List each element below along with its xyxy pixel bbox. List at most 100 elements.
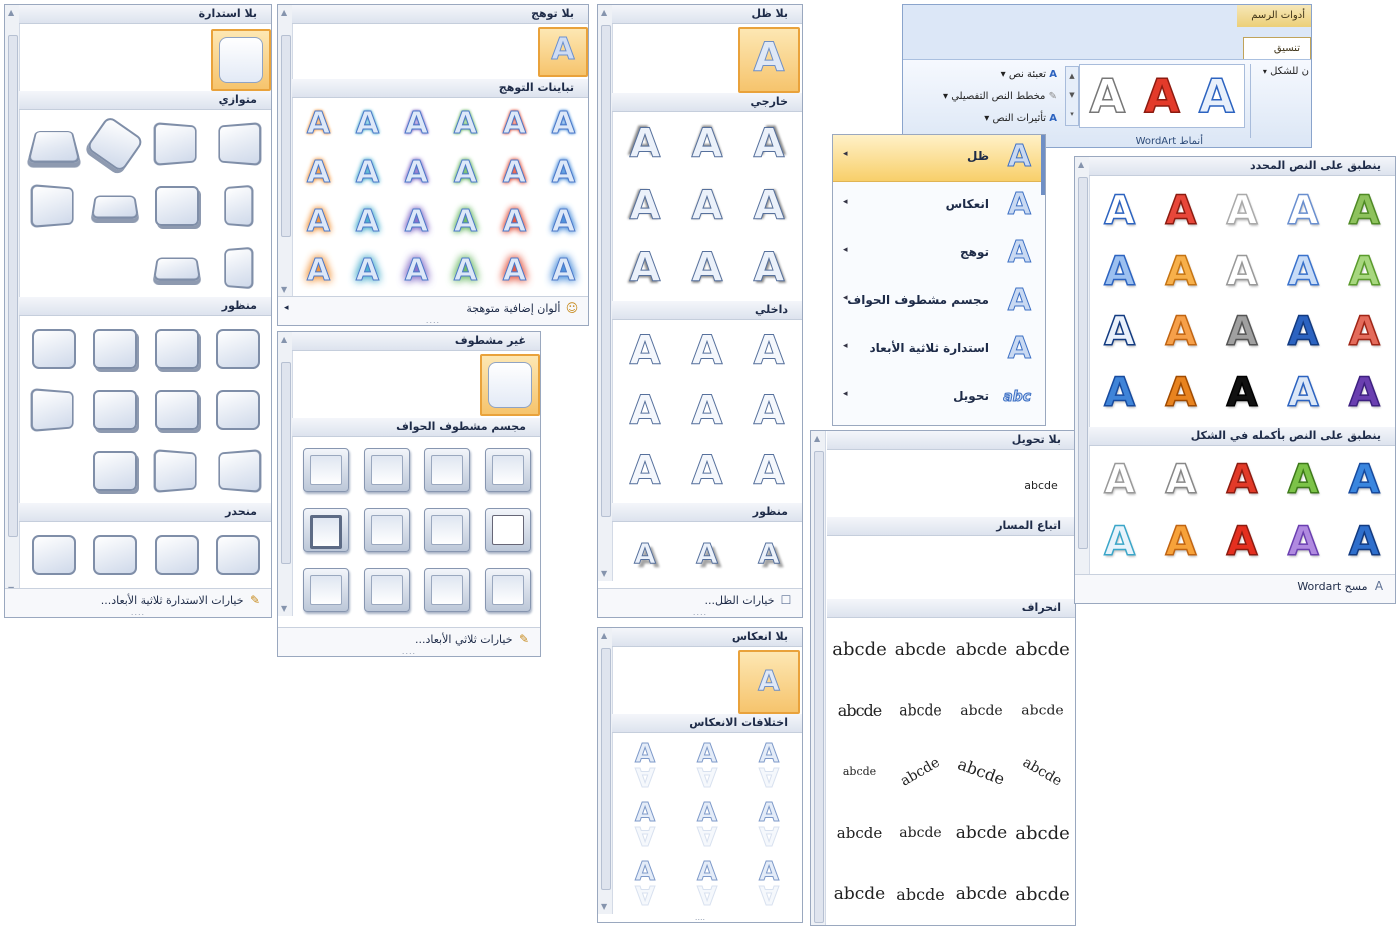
inner-shadow-option[interactable]: A	[738, 441, 800, 501]
bevel-option[interactable]	[424, 568, 471, 612]
no-glow-option[interactable]: A	[538, 27, 588, 77]
wordart-style-option[interactable]: A	[1150, 242, 1211, 303]
warp-option[interactable]: abcde	[829, 803, 890, 864]
bevel-option[interactable]	[484, 568, 531, 612]
wordart-shape-style-option[interactable]: A	[1273, 449, 1334, 511]
outer-shadow-option[interactable]: A	[614, 175, 676, 237]
shadow-options-button[interactable]: ☐ خيارات الظل... ....	[598, 588, 802, 617]
reflection-option[interactable]: AA	[614, 795, 676, 854]
bevel-option[interactable]	[363, 508, 410, 552]
tab-drawing-tools[interactable]: أدوات الرسم	[1237, 5, 1311, 27]
text-effects-button[interactable]: A تأثيرات النص ▾	[907, 108, 1057, 130]
wordart-style-option[interactable]: A	[1334, 242, 1395, 303]
reflection-option[interactable]: AA	[614, 736, 676, 795]
wordart-style-option[interactable]: A	[1211, 242, 1272, 303]
resize-grip[interactable]: ....	[5, 609, 271, 617]
reflection-option[interactable]: AA	[614, 853, 676, 912]
glow-option[interactable]: A	[441, 99, 490, 148]
glow-option[interactable]: A	[539, 246, 588, 295]
warp-option[interactable]: abcde	[890, 680, 951, 741]
effects-menu-item[interactable]: A ظل ◂	[833, 135, 1045, 182]
glow-option[interactable]: A	[392, 246, 441, 295]
warp-option[interactable]: abcde	[951, 803, 1012, 864]
rotation-option[interactable]	[218, 122, 262, 166]
wordart-style-option[interactable]: A	[1211, 363, 1272, 424]
gallery-scroll-buttons[interactable]: ▲ ▼ ▾	[1065, 66, 1079, 126]
reflection-option[interactable]: AA	[676, 795, 738, 854]
glow-option[interactable]: A	[392, 148, 441, 197]
wordart-style-white[interactable]: A	[1089, 68, 1126, 124]
outer-shadow-option[interactable]: A	[676, 237, 738, 299]
wordart-shape-style-option[interactable]: A	[1273, 511, 1334, 573]
glow-option[interactable]: A	[343, 197, 392, 246]
rotation-option[interactable]	[91, 195, 140, 219]
glow-option[interactable]: A	[392, 99, 441, 148]
perspective-option[interactable]	[218, 448, 262, 493]
wordart-shape-style-option[interactable]: A	[1334, 449, 1395, 511]
reflection-option[interactable]: AA	[676, 736, 738, 795]
outer-shadow-option[interactable]: A	[738, 237, 800, 299]
bevel-option[interactable]	[303, 508, 350, 552]
rotation-option[interactable]	[224, 184, 254, 228]
warp-option[interactable]: abcde	[951, 741, 1012, 802]
inner-shadow-option[interactable]: A	[614, 321, 676, 381]
warp-option[interactable]: abcde	[1012, 741, 1073, 802]
warp-option[interactable]: abcde	[890, 803, 951, 864]
rotation-option[interactable]	[224, 246, 254, 290]
oblique-option[interactable]	[93, 535, 138, 575]
outer-shadow-option[interactable]: A	[676, 113, 738, 175]
warp-option[interactable]: abcde	[890, 864, 951, 925]
scrollbar[interactable]: ▲▼	[598, 628, 613, 914]
glow-option[interactable]: A	[441, 246, 490, 295]
no-bevel-option[interactable]	[480, 354, 540, 416]
scrollbar[interactable]: ▲	[811, 431, 826, 925]
wordart-style-option[interactable]: A	[1150, 363, 1211, 424]
wordart-style-option[interactable]: A	[1089, 363, 1150, 424]
wordart-shape-style-option[interactable]: A	[1334, 511, 1395, 573]
wordart-shape-style-option[interactable]: A	[1211, 449, 1272, 511]
rotation-option[interactable]	[26, 131, 81, 163]
glow-option[interactable]: A	[539, 197, 588, 246]
warp-option[interactable]: abcde	[829, 619, 890, 680]
wordart-shape-style-option[interactable]: A	[1089, 511, 1150, 573]
wordart-style-blue[interactable]: A	[1198, 68, 1235, 124]
perspective-option[interactable]	[154, 389, 199, 430]
perspective-option[interactable]	[93, 450, 138, 491]
bevel-option[interactable]	[303, 568, 350, 612]
path-option[interactable]: abcdefg	[1012, 537, 1073, 599]
reflection-option[interactable]: AA	[738, 736, 800, 795]
warp-option[interactable]: abcde	[1012, 803, 1073, 864]
wordart-style-option[interactable]: A	[1273, 302, 1334, 363]
shape-label[interactable]: ن للشكل ▾	[1253, 66, 1309, 77]
bevel-option[interactable]	[303, 448, 350, 492]
wordart-style-red[interactable]: A	[1143, 68, 1180, 124]
perspective-shadow-option[interactable]: A	[738, 523, 800, 583]
glow-option[interactable]: A	[490, 197, 539, 246]
glow-option[interactable]: A	[294, 197, 343, 246]
wordart-shape-style-option[interactable]: A	[1150, 511, 1211, 573]
inner-shadow-option[interactable]: A	[676, 381, 738, 441]
wordart-shape-style-option[interactable]: A	[1211, 511, 1272, 573]
warp-option[interactable]: abcde	[829, 741, 890, 802]
warp-option[interactable]: abcde	[890, 741, 951, 802]
glow-option[interactable]: A	[343, 148, 392, 197]
bevel-option[interactable]	[484, 448, 531, 492]
perspective-option[interactable]	[93, 329, 138, 370]
effects-menu-item[interactable]: abc تحويل ◂	[833, 375, 1045, 421]
wordart-style-option[interactable]: A	[1334, 363, 1395, 424]
resize-grip[interactable]: ....	[278, 317, 588, 325]
wordart-style-option[interactable]: A	[1211, 302, 1272, 363]
perspective-option[interactable]	[154, 329, 199, 370]
scrollbar[interactable]: ▲▼	[278, 332, 293, 616]
wordart-style-option[interactable]: A	[1273, 242, 1334, 303]
wordart-style-option[interactable]: A	[1150, 302, 1211, 363]
path-option[interactable]: abcdefghijk	[890, 537, 951, 599]
perspective-option[interactable]	[30, 388, 74, 432]
glow-option[interactable]: A	[441, 197, 490, 246]
perspective-option[interactable]	[93, 389, 138, 430]
path-option[interactable]: abcdefg	[951, 537, 1012, 599]
bevel-option[interactable]	[424, 508, 471, 552]
text-fill-button[interactable]: A تعبئة نص ▾	[907, 64, 1057, 86]
oblique-option[interactable]	[154, 535, 199, 575]
glow-option[interactable]: A	[441, 148, 490, 197]
